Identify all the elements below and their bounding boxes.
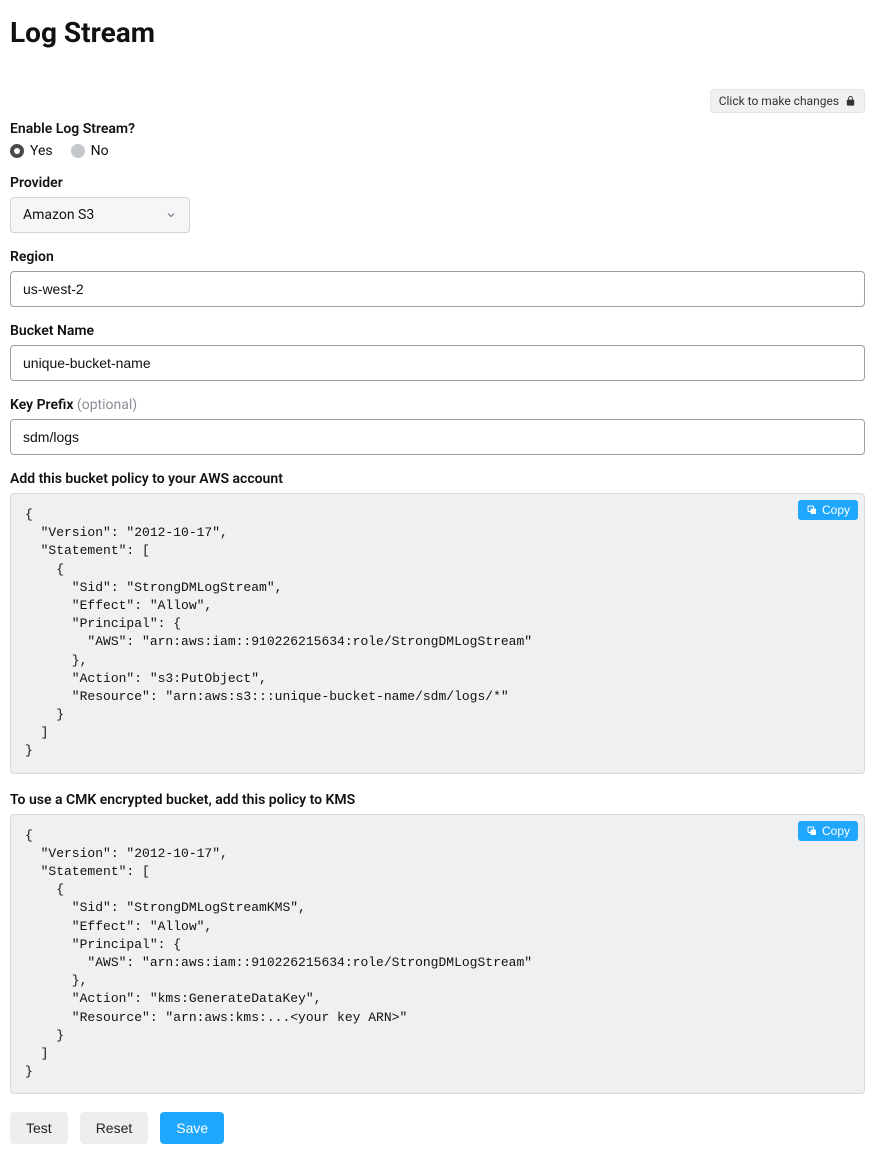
radio-dot-unselected	[71, 144, 85, 158]
key-prefix-label: Key Prefix (optional)	[10, 397, 865, 413]
lock-icon	[845, 95, 856, 107]
radio-dot-selected	[10, 144, 24, 158]
unlock-pill[interactable]: Click to make changes	[710, 89, 865, 113]
save-button[interactable]: Save	[160, 1112, 224, 1144]
copy-label-1: Copy	[822, 503, 850, 517]
key-prefix-input[interactable]	[10, 419, 865, 455]
kms-policy-code: { "Version": "2012-10-17", "Statement": …	[25, 827, 850, 1082]
provider-value: Amazon S3	[23, 207, 94, 223]
provider-select[interactable]: Amazon S3	[10, 197, 190, 233]
page-title: Log Stream	[10, 16, 865, 49]
radio-yes[interactable]: Yes	[10, 143, 53, 159]
radio-no[interactable]: No	[71, 143, 109, 159]
copy-button-policy1[interactable]: Copy	[798, 500, 858, 520]
reset-button[interactable]: Reset	[80, 1112, 149, 1144]
chevron-down-icon	[165, 209, 177, 221]
copy-button-policy2[interactable]: Copy	[798, 821, 858, 841]
region-label: Region	[10, 249, 865, 265]
provider-label: Provider	[10, 175, 865, 191]
lock-pill-label: Click to make changes	[719, 94, 839, 108]
copy-icon	[806, 504, 818, 516]
bucket-name-label: Bucket Name	[10, 323, 865, 339]
test-button[interactable]: Test	[10, 1112, 68, 1144]
copy-icon	[806, 825, 818, 837]
actions-row: Test Reset Save	[10, 1112, 865, 1144]
copy-label-2: Copy	[822, 824, 850, 838]
key-prefix-label-text: Key Prefix	[10, 397, 73, 413]
kms-policy-label: To use a CMK encrypted bucket, add this …	[10, 792, 865, 808]
radio-yes-label: Yes	[30, 143, 53, 159]
kms-policy-block: Copy { "Version": "2012-10-17", "Stateme…	[10, 814, 865, 1095]
radio-no-label: No	[91, 143, 109, 159]
bucket-policy-block: Copy { "Version": "2012-10-17", "Stateme…	[10, 493, 865, 774]
enable-label: Enable Log Stream?	[10, 121, 865, 137]
region-input[interactable]	[10, 271, 865, 307]
bucket-policy-label: Add this bucket policy to your AWS accou…	[10, 471, 865, 487]
key-prefix-optional: (optional)	[77, 397, 137, 413]
bucket-name-input[interactable]	[10, 345, 865, 381]
enable-radio-group: Yes No	[10, 143, 865, 159]
bucket-policy-code: { "Version": "2012-10-17", "Statement": …	[25, 506, 850, 761]
